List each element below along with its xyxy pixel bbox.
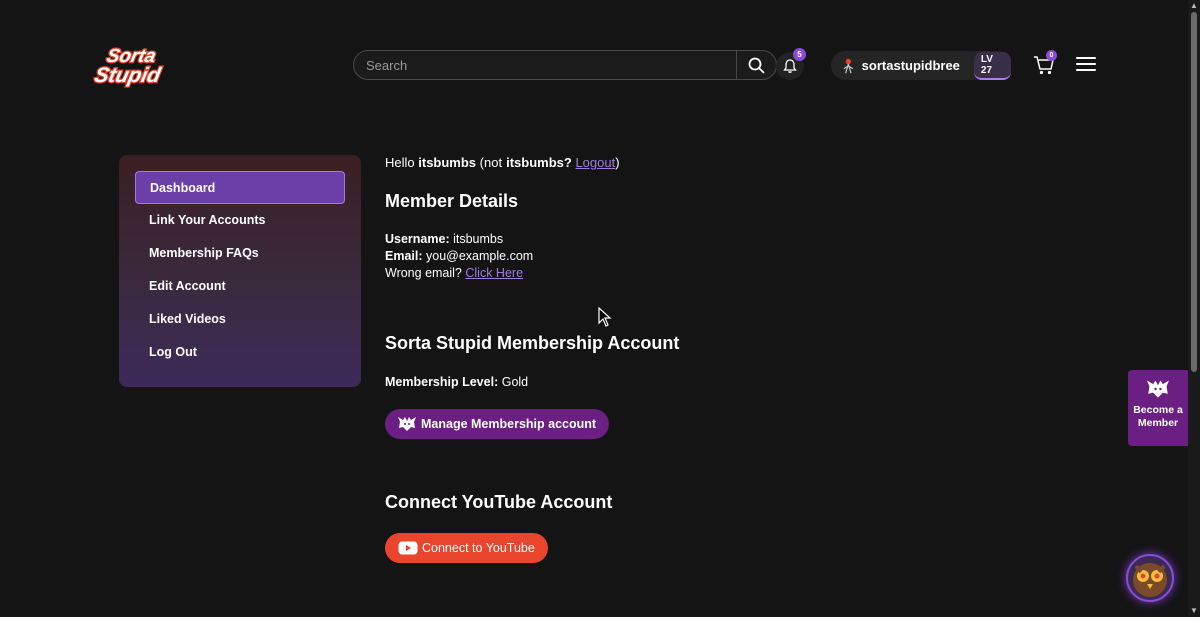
scroll-up-arrow-icon[interactable]: ▲ — [1190, 2, 1198, 10]
email-field-value: you@example.com — [426, 249, 534, 263]
username-row: Username: itsbumbs — [385, 232, 503, 246]
search-input[interactable] — [354, 51, 736, 79]
greeting-prefix: Hello — [385, 155, 415, 170]
become-member-tab[interactable]: Become a Member — [1128, 370, 1188, 446]
menu-bar-icon — [1076, 57, 1096, 59]
greeting-line: Hello itsbumbs (not itsbumbs? Logout) — [385, 155, 620, 170]
scroll-down-arrow-icon[interactable]: ▼ — [1190, 607, 1198, 615]
cart-count-badge: 0 — [1046, 50, 1057, 61]
greeting-username: itsbumbs — [418, 155, 477, 170]
email-field-label: Email: — [385, 249, 423, 263]
level-badge: LV 27 — [973, 51, 1011, 80]
sidebar-item-liked-videos[interactable]: Liked Videos — [135, 303, 345, 336]
wrong-email-text: Wrong email? — [385, 266, 462, 280]
greeting-not-text: (not — [479, 155, 503, 170]
hamburger-menu-button[interactable] — [1076, 57, 1096, 73]
page-scrollbar[interactable]: ▲ ▼ — [1188, 0, 1200, 617]
cart-button[interactable]: 0 — [1033, 50, 1057, 76]
scrollbar-thumb[interactable] — [1191, 12, 1197, 372]
sorta-stupid-logo[interactable]: Sorta Stupid — [88, 42, 192, 88]
user-avatar-icon — [843, 58, 854, 73]
mascot-chat-button[interactable] — [1126, 554, 1174, 602]
greeting-suffix: ) — [615, 155, 620, 170]
username-label: sortastupidbree — [861, 58, 960, 73]
logout-link[interactable]: Logout — [575, 155, 615, 170]
connect-youtube-heading: Connect YouTube Account — [385, 492, 613, 512]
email-row: Email: you@example.com — [385, 249, 533, 263]
greeting-username-question: itsbumbs? — [506, 155, 572, 170]
connect-youtube-button[interactable]: Connect to YouTube — [385, 533, 548, 563]
member-details-heading: Member Details — [385, 191, 519, 211]
menu-bar-icon — [1076, 63, 1096, 65]
owl-mascot-icon — [1133, 563, 1167, 597]
membership-level-label: Membership Level: — [385, 375, 499, 389]
wrong-email-row: Wrong email? Click Here — [385, 266, 523, 280]
search-button[interactable] — [736, 51, 776, 79]
logo-text-bottom: Stupid — [92, 64, 163, 87]
notifications-button[interactable]: 5 — [776, 48, 806, 80]
bell-icon — [783, 59, 797, 73]
youtube-icon — [398, 541, 418, 555]
sidebar-item-link-accounts[interactable]: Link Your Accounts — [135, 204, 345, 237]
account-sidebar: Dashboard Link Your Accounts Membership … — [119, 155, 361, 387]
notification-count-badge: 5 — [793, 48, 806, 61]
click-here-link[interactable]: Click Here — [465, 266, 523, 280]
sidebar-item-edit-account[interactable]: Edit Account — [135, 270, 345, 303]
bat-icon — [398, 417, 416, 431]
username-field-label: Username: — [385, 232, 450, 246]
membership-account-heading: Sorta Stupid Membership Account — [385, 333, 680, 353]
bat-icon — [1147, 380, 1169, 398]
membership-level-value: Gold — [501, 375, 529, 389]
search-icon — [748, 57, 765, 73]
username-field-value: itsbumbs — [453, 232, 504, 246]
sidebar-item-dashboard[interactable]: Dashboard — [135, 171, 345, 204]
become-member-line1: Become a — [1133, 404, 1183, 416]
connect-youtube-label: Connect to YouTube — [422, 541, 535, 555]
become-member-line2: Member — [1137, 417, 1179, 429]
search-bar — [353, 50, 777, 80]
user-profile-pill[interactable]: sortastupidbree LV 27 — [831, 51, 1011, 80]
manage-membership-button[interactable]: Manage Membership account — [385, 409, 610, 439]
membership-level-row: Membership Level: Gold — [385, 375, 528, 389]
manage-membership-label: Manage Membership account — [421, 417, 597, 431]
sidebar-item-log-out[interactable]: Log Out — [135, 336, 345, 369]
sidebar-item-membership-faqs[interactable]: Membership FAQs — [135, 237, 345, 270]
become-member-label: Become a Member — [1133, 404, 1183, 430]
menu-bar-icon — [1076, 69, 1096, 71]
mouse-cursor-icon — [598, 306, 612, 332]
